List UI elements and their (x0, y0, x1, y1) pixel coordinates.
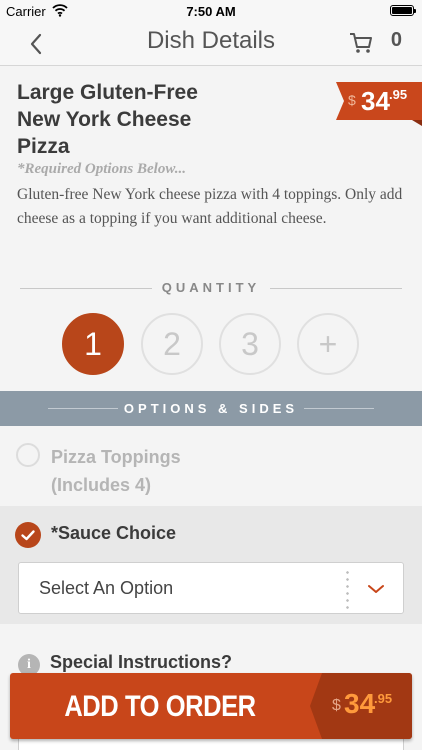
add-to-order-price: $ 34 .95 (310, 673, 412, 739)
quantity-option-more[interactable]: + (297, 313, 359, 375)
dotted-divider (346, 569, 349, 609)
sauce-select-value: Select An Option (39, 578, 174, 598)
price-currency: $ (348, 92, 356, 108)
toppings-label-line2: (Includes 4) (51, 475, 152, 495)
add-to-order-label: ADD TO ORDER (64, 690, 256, 723)
pizza-toppings-option[interactable]: Pizza Toppings (Includes 4) (0, 426, 422, 506)
cart-icon[interactable] (348, 30, 374, 56)
chevron-down-icon[interactable] (367, 580, 385, 598)
divider-line (304, 408, 374, 409)
dish-details-content: Large Gluten-Free New York Cheese Pizza … (0, 67, 422, 750)
price-whole: 34 (361, 86, 390, 116)
sauce-choice-section: *Sauce Choice Select An Option (0, 506, 422, 624)
navigation-bar: Dish Details 0 (0, 22, 422, 66)
special-instructions-label: Special Instructions? (50, 652, 233, 672)
dish-description: Gluten-free New York cheese pizza with 4… (17, 186, 403, 227)
toppings-label: Pizza Toppings (Includes 4) (51, 443, 181, 499)
required-note: *Required Options Below... (17, 161, 187, 177)
add-to-order-button[interactable]: ADD TO ORDER $ 34 .95 (10, 673, 412, 739)
price-badge: $ 34 .95 (336, 82, 422, 120)
price-badge-fold (412, 120, 422, 126)
quantity-header: QUANTITY (20, 279, 402, 299)
order-price-cents: .95 (374, 691, 393, 706)
sauce-select[interactable]: Select An Option (18, 562, 404, 614)
cart-count[interactable]: 0 (391, 29, 402, 52)
clock: 7:50 AM (186, 4, 236, 19)
options-sides-header: OPTIONS & SIDES (0, 391, 422, 426)
battery-icon (390, 5, 416, 16)
dish-title: Large Gluten-Free New York Cheese Pizza (17, 81, 198, 158)
order-price-currency: $ (332, 697, 341, 714)
quantity-option-2[interactable]: 2 (141, 313, 203, 375)
price-cents: .95 (389, 87, 408, 102)
quantity-option-3[interactable]: 3 (219, 313, 281, 375)
divider-line (270, 288, 402, 289)
order-price-whole: 34 (344, 688, 376, 719)
quantity-option-1[interactable]: 1 (62, 313, 124, 375)
toppings-radio[interactable] (16, 443, 40, 467)
status-bar: Carrier 7:50 AM (0, 0, 422, 22)
checkmark-icon (15, 522, 41, 548)
sauce-choice-label: *Sauce Choice (51, 523, 177, 543)
toppings-label-line1: Pizza Toppings (51, 447, 181, 467)
